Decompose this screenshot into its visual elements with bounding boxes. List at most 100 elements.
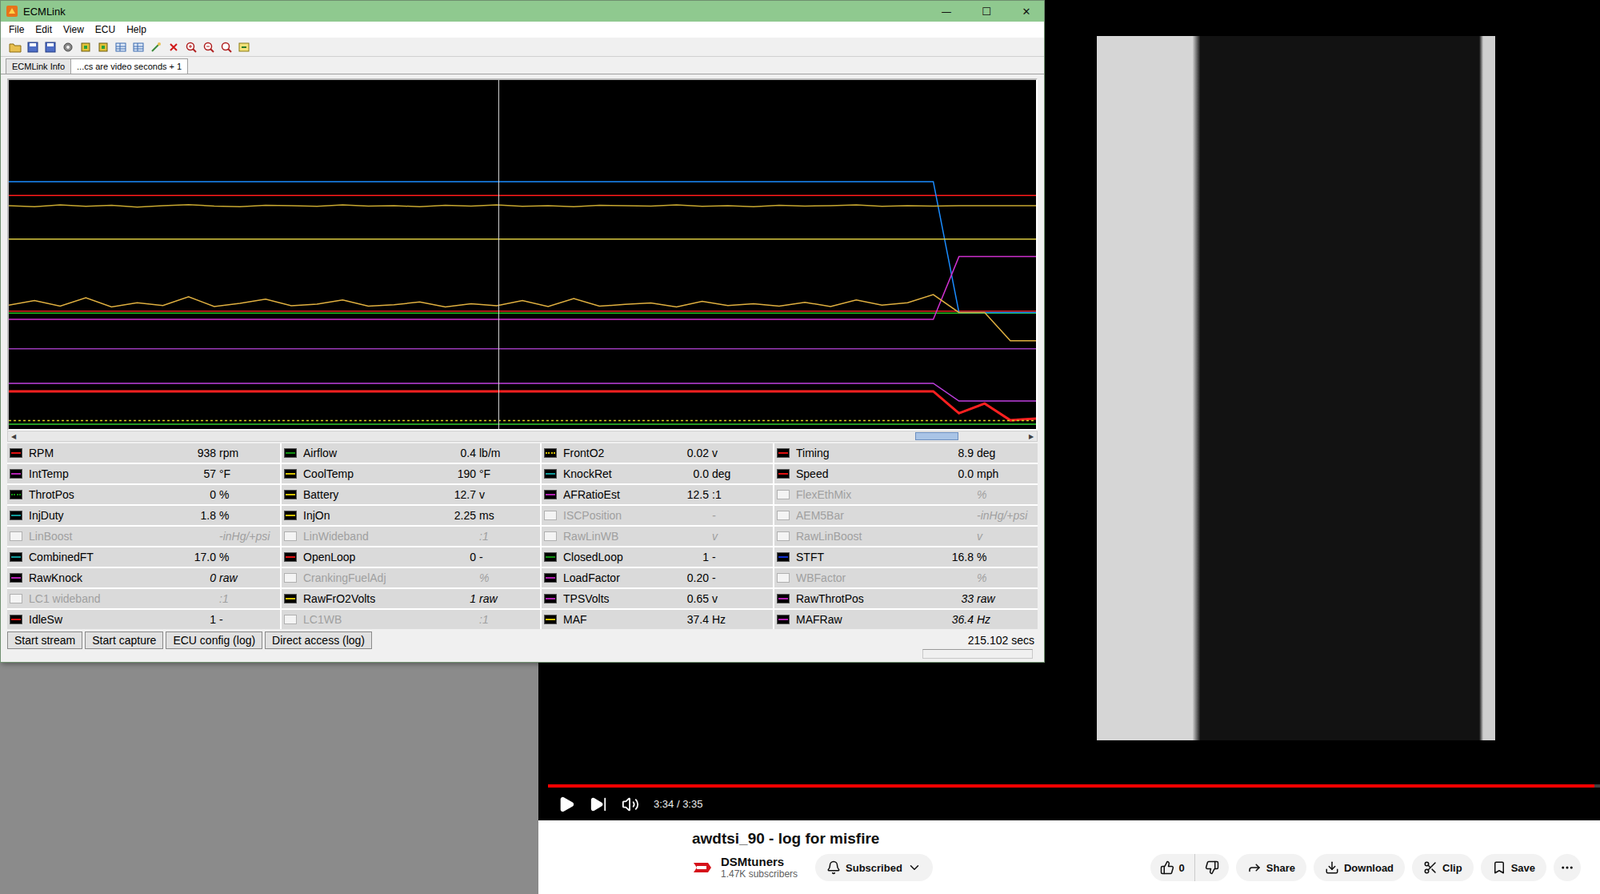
- param-cell[interactable]: Timing8.9deg: [774, 443, 1038, 463]
- menu-item[interactable]: File: [4, 24, 29, 36]
- param-cell[interactable]: InjDuty1.8%: [7, 505, 280, 525]
- param-checkbox[interactable]: [284, 572, 297, 583]
- progress-bar[interactable]: [548, 784, 1600, 788]
- chart-cursor[interactable]: [498, 80, 500, 429]
- param-cell[interactable]: LC1WB:1: [281, 609, 540, 629]
- gear-icon[interactable]: [61, 40, 75, 54]
- param-cell[interactable]: IntTemp57°F: [7, 464, 280, 484]
- zoomout-magnifier-icon[interactable]: [202, 40, 216, 54]
- subscribe-button[interactable]: Subscribed: [815, 853, 933, 881]
- dislike-button[interactable]: [1195, 853, 1229, 881]
- param-cell[interactable]: Speed0.0mph: [774, 464, 1038, 484]
- param-cell[interactable]: RawKnock0raw: [7, 568, 280, 588]
- save-button[interactable]: Save: [1480, 853, 1547, 881]
- chip-icon[interactable]: [96, 40, 110, 54]
- clip-button[interactable]: Clip: [1412, 853, 1474, 881]
- param-cell[interactable]: STFT16.8%: [774, 547, 1038, 567]
- param-cell[interactable]: LinBoost-inHg/+psi: [7, 526, 280, 546]
- param-cell[interactable]: RawThrotPos33raw: [774, 588, 1038, 608]
- ecmlink-window[interactable]: ECMLink—☐✕FileEditViewECUHelpECMLink Inf…: [0, 0, 1045, 663]
- chip-icon[interactable]: [79, 40, 92, 54]
- share-button[interactable]: Share: [1236, 853, 1307, 881]
- param-checkbox[interactable]: [9, 593, 23, 604]
- volume-icon[interactable]: [621, 795, 640, 813]
- scroll-thumb[interactable]: [915, 432, 959, 440]
- param-checkbox[interactable]: [9, 489, 23, 500]
- export-icon[interactable]: [237, 40, 251, 54]
- param-cell[interactable]: OpenLoop0-: [281, 547, 540, 567]
- param-checkbox[interactable]: [284, 510, 297, 520]
- param-checkbox[interactable]: [9, 572, 23, 583]
- param-cell[interactable]: AFRatioEst12.5:1: [541, 484, 773, 504]
- action-button[interactable]: Start stream: [7, 631, 83, 649]
- param-checkbox[interactable]: [284, 593, 297, 604]
- table-icon[interactable]: [114, 40, 128, 54]
- more-button[interactable]: [1553, 853, 1581, 881]
- param-checkbox[interactable]: [544, 531, 557, 541]
- menu-item[interactable]: ECU: [90, 24, 120, 36]
- param-cell[interactable]: LinWideband:1: [281, 526, 540, 546]
- param-cell[interactable]: ThrotPos0%: [7, 484, 280, 504]
- param-checkbox[interactable]: [9, 510, 23, 520]
- save-disk-icon[interactable]: [44, 40, 57, 54]
- param-cell[interactable]: IdleSw1-: [7, 609, 280, 629]
- window-control-button[interactable]: —: [928, 0, 964, 22]
- param-checkbox[interactable]: [284, 614, 297, 624]
- param-cell[interactable]: ClosedLoop1-: [541, 547, 773, 567]
- param-cell[interactable]: AEM5Bar-inHg/+psi: [774, 505, 1038, 525]
- param-cell[interactable]: RawFrO2Volts1raw: [281, 588, 540, 608]
- param-cell[interactable]: CoolTemp190°F: [281, 464, 540, 484]
- param-checkbox[interactable]: [544, 489, 557, 500]
- action-button[interactable]: Start capture: [84, 631, 164, 649]
- param-cell[interactable]: RPM938rpm: [7, 443, 280, 463]
- param-cell[interactable]: ISCPosition-: [541, 505, 773, 525]
- param-checkbox[interactable]: [9, 614, 23, 624]
- param-cell[interactable]: FlexEthMix%: [774, 484, 1038, 504]
- log-chart[interactable]: [8, 80, 1036, 429]
- param-checkbox[interactable]: [544, 593, 557, 604]
- menu-item[interactable]: Help: [121, 24, 152, 36]
- param-checkbox[interactable]: [544, 468, 557, 479]
- download-button[interactable]: Download: [1313, 853, 1405, 881]
- window-control-button[interactable]: ☐: [968, 0, 1004, 22]
- table-icon[interactable]: [132, 40, 145, 54]
- scroll-right-button[interactable]: ▶: [1025, 431, 1037, 441]
- channel-logo-icon[interactable]: [692, 859, 713, 876]
- param-cell[interactable]: RawLinWBv: [541, 526, 773, 546]
- menu-item[interactable]: Edit: [30, 24, 57, 36]
- scroll-left-button[interactable]: ◀: [8, 431, 20, 441]
- delete-x-icon[interactable]: [167, 40, 180, 54]
- param-checkbox[interactable]: [776, 448, 790, 458]
- param-checkbox[interactable]: [776, 468, 790, 479]
- param-checkbox[interactable]: [9, 531, 23, 541]
- param-cell[interactable]: CombinedFT17.0%: [7, 547, 280, 567]
- param-cell[interactable]: CrankingFuelAdj%: [281, 568, 540, 588]
- param-checkbox[interactable]: [544, 572, 557, 583]
- param-checkbox[interactable]: [544, 510, 557, 520]
- param-checkbox[interactable]: [9, 448, 23, 458]
- play-icon[interactable]: [557, 795, 576, 813]
- param-cell[interactable]: WBFactor%: [774, 568, 1038, 588]
- action-button[interactable]: ECU config (log): [165, 631, 263, 649]
- param-cell[interactable]: FrontO20.02v: [541, 443, 773, 463]
- param-checkbox[interactable]: [284, 552, 297, 562]
- param-checkbox[interactable]: [776, 614, 790, 624]
- zoomin-magnifier-icon[interactable]: [184, 40, 198, 54]
- param-checkbox[interactable]: [9, 468, 23, 479]
- param-cell[interactable]: RawLinBoostv: [774, 526, 1038, 546]
- save-disk-icon[interactable]: [26, 40, 40, 54]
- param-cell[interactable]: Battery12.7v: [281, 484, 540, 504]
- param-checkbox[interactable]: [776, 593, 790, 604]
- param-checkbox[interactable]: [776, 552, 790, 562]
- param-cell[interactable]: InjOn2.25ms: [281, 505, 540, 525]
- param-cell[interactable]: TPSVolts0.65v: [541, 588, 773, 608]
- tab[interactable]: ECMLink Info: [5, 58, 72, 74]
- param-cell[interactable]: KnockRet0.0deg: [541, 464, 773, 484]
- param-cell[interactable]: MAF37.4Hz: [541, 609, 773, 629]
- param-cell[interactable]: MAFRaw36.4Hz: [774, 609, 1038, 629]
- param-checkbox[interactable]: [284, 448, 297, 458]
- action-button[interactable]: Direct access (log): [264, 631, 372, 649]
- param-checkbox[interactable]: [776, 572, 790, 583]
- open-folder-icon[interactable]: [8, 40, 22, 54]
- channel-name[interactable]: DSMtuners: [720, 854, 798, 868]
